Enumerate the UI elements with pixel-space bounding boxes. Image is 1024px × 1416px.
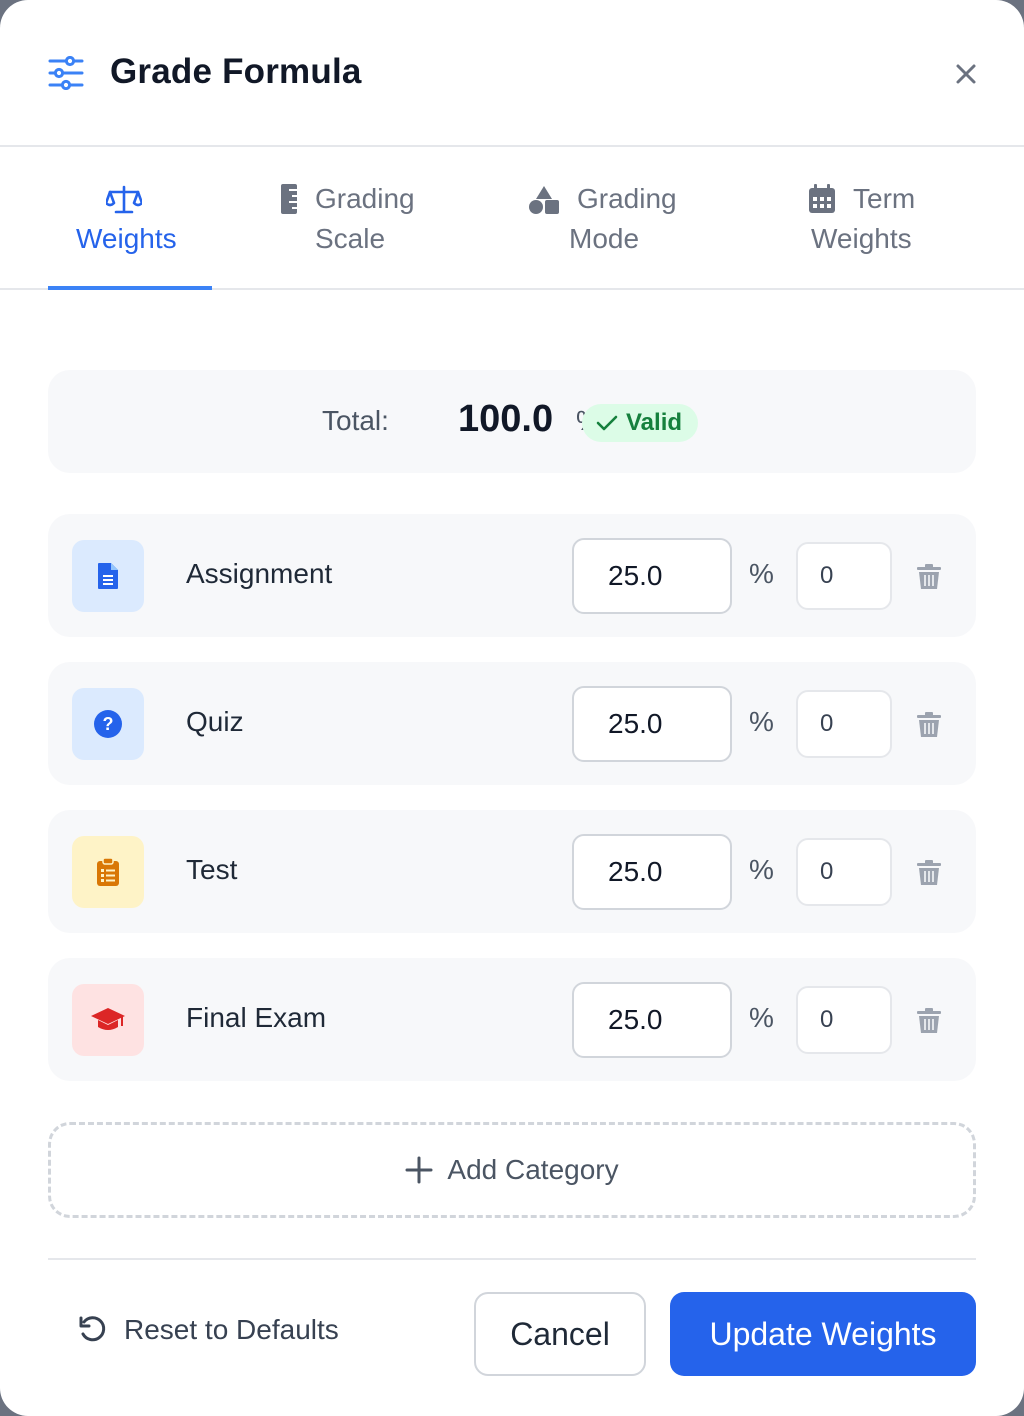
drop-lowest-input[interactable]: 0 <box>796 986 892 1054</box>
reset-defaults-label: Reset to Defaults <box>124 1314 339 1345</box>
grade-formula-dialog: Grade Formula Weights Grading Scale Grad… <box>0 0 1024 1416</box>
trash-icon[interactable] <box>917 712 941 738</box>
drop-lowest-input[interactable]: 0 <box>796 690 892 758</box>
tab-weights-label: Weights <box>76 223 177 254</box>
tab-grading-mode-line1: Grading <box>577 183 677 214</box>
status-text: Valid <box>626 409 683 436</box>
trash-icon[interactable] <box>917 860 941 886</box>
document-icon <box>98 563 118 589</box>
add-category-button[interactable]: Add Category <box>48 1122 976 1218</box>
clipboard-list-icon <box>97 857 119 886</box>
tab-term-weights[interactable]: Term Weights <box>806 147 936 288</box>
calendar-icon <box>809 184 835 213</box>
category-name: Final Exam <box>186 1002 327 1033</box>
tab-grading-mode-line2: Mode <box>569 223 640 254</box>
active-tab-indicator <box>48 286 212 290</box>
category-row: ? Quiz 25.0 % 0 <box>48 662 976 785</box>
drop-lowest-input[interactable]: 0 <box>796 542 892 610</box>
undo-icon <box>79 1316 106 1342</box>
graduation-cap-icon <box>91 1008 125 1030</box>
tab-grading-scale[interactable]: Grading Scale <box>270 147 440 288</box>
weight-unit: % <box>749 558 774 589</box>
check-icon <box>596 415 618 431</box>
tab-grading-scale-line2: Scale <box>315 223 386 254</box>
tab-term-weights-line2: Weights <box>811 223 912 254</box>
ruler-icon <box>281 184 297 214</box>
footer-divider <box>48 1258 976 1260</box>
category-icon-box: ? <box>72 688 144 760</box>
weight-unit: % <box>749 854 774 885</box>
svg-text:?: ? <box>103 714 114 734</box>
reset-defaults-button[interactable]: Reset to Defaults <box>78 1314 339 1346</box>
dialog-title: Grade Formula <box>110 52 362 91</box>
dialog-header: Grade Formula <box>0 0 1024 147</box>
total-label: Total: <box>322 405 389 436</box>
tab-grading-scale-line1: Grading <box>315 183 415 214</box>
tab-term-weights-line1: Term <box>853 183 916 214</box>
category-name: Quiz <box>186 706 244 737</box>
weight-input[interactable]: 25.0 <box>572 982 732 1058</box>
trash-icon[interactable] <box>917 564 941 590</box>
category-name: Assignment <box>186 558 333 589</box>
shapes-icon <box>529 186 559 214</box>
plus-icon <box>405 1156 433 1184</box>
total-value: 100.0 <box>458 398 554 440</box>
weight-unit: % <box>749 706 774 737</box>
total-summary: Total: 100.0 % Valid <box>48 370 976 473</box>
category-icon-box <box>72 836 144 908</box>
weight-unit: % <box>749 1002 774 1033</box>
category-icon-box <box>72 540 144 612</box>
sliders-icon <box>48 56 84 90</box>
status-badge: Valid <box>582 404 699 442</box>
question-circle-icon: ? <box>94 710 122 738</box>
tab-bar: Weights Grading Scale Grading Mode Term … <box>0 147 1024 290</box>
category-row: Assignment 25.0 % 0 <box>48 514 976 637</box>
weight-input[interactable]: 25.0 <box>572 834 732 910</box>
close-icon[interactable] <box>948 56 984 92</box>
weight-input[interactable]: 25.0 <box>572 686 732 762</box>
add-category-label: Add Category <box>447 1154 619 1185</box>
scale-balance-icon <box>106 185 142 214</box>
category-row: Test 25.0 % 0 <box>48 810 976 933</box>
category-icon-box <box>72 984 144 1056</box>
category-name: Test <box>186 854 238 885</box>
tab-grading-mode[interactable]: Grading Mode <box>528 147 698 288</box>
category-row: Final Exam 25.0 % 0 <box>48 958 976 1081</box>
trash-icon[interactable] <box>917 1008 941 1034</box>
cancel-button[interactable]: Cancel <box>474 1292 646 1376</box>
update-weights-button[interactable]: Update Weights <box>670 1292 976 1376</box>
tab-weights[interactable]: Weights <box>48 147 212 290</box>
drop-lowest-input[interactable]: 0 <box>796 838 892 906</box>
weight-input[interactable]: 25.0 <box>572 538 732 614</box>
